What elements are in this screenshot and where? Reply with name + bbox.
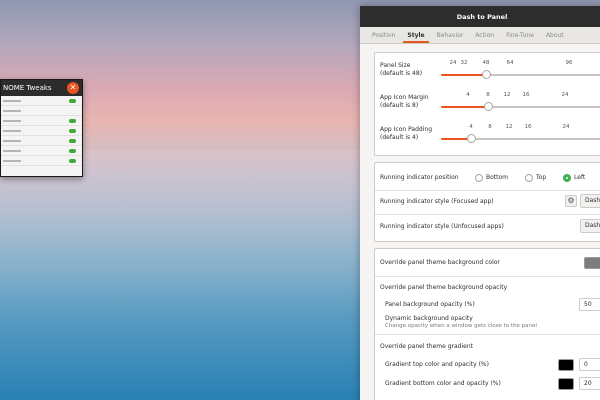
tweaks-row [1,116,82,126]
icon-padding-slider[interactable] [441,134,600,143]
bg-color-swatch[interactable] [584,257,600,269]
tab-action[interactable]: Action [469,27,500,43]
slider-fill [441,106,488,108]
tweaks-row [1,96,82,106]
panel-size-ticks: 24 32 48 64 96 [449,60,600,70]
divider [375,190,600,191]
tab-about[interactable]: About [540,27,570,43]
indicator-position-label: Running indicator position [380,174,459,181]
tab-style[interactable]: Style [401,27,430,43]
tab-position[interactable]: Position [366,27,401,43]
tick-label: 12 [503,92,511,98]
gradient-bottom-input[interactable]: 20 [579,377,600,390]
override-bg-color-label: Override panel theme background color [380,259,500,266]
gradient-top-input[interactable]: 0 [579,358,600,371]
tweaks-row [1,106,82,116]
tweaks-content [1,96,82,176]
tick-label: 8 [486,92,490,98]
gradient-top-swatch[interactable] [558,359,574,371]
tick-label: 12 [505,124,513,130]
tick-label: 24 [562,124,570,130]
dynamic-bg-opacity-desc: Change opacity when a window gets close … [385,323,537,329]
tick-label: 32 [460,60,468,66]
gear-icon[interactable]: ⚙ [565,195,577,207]
tweaks-row [1,156,82,166]
theme-override-section: Override panel theme background color Ov… [374,248,600,400]
slider-handle[interactable] [482,70,491,79]
tick-label: 96 [565,60,573,66]
tweaks-window[interactable]: NOME Tweaks ✕ [0,79,83,177]
indicator-focused-label: Running indicator style (Focused app) [380,198,494,205]
tick-label: 24 [449,60,457,66]
gradient-bottom-label: Gradient bottom color and opacity (%) [385,380,501,387]
tick-label: 4 [469,124,473,130]
tick-label: 16 [522,92,530,98]
override-gradient-label: Override panel theme gradient [380,343,473,350]
radio-top[interactable] [525,174,533,182]
gradient-top-label: Gradient top color and opacity (%) [385,361,489,368]
tweaks-row [1,126,82,136]
toggle-icon[interactable] [69,149,76,153]
override-bg-opacity-label: Override panel theme background opacity [380,284,508,291]
tick-label: 48 [482,60,490,66]
radio-top-label: Top [536,174,547,181]
toggle-icon[interactable] [69,159,76,163]
gradient-bottom-swatch[interactable] [558,378,574,390]
indicator-unfocused-label: Running indicator style (Unfocused apps) [380,223,504,230]
size-settings-section: Panel Size (default is 48) 24 32 48 64 9… [374,52,600,156]
panel-bg-opacity-label: Panel background opacity (%) [385,301,475,308]
radio-left[interactable] [563,174,571,182]
tweaks-row [1,136,82,146]
dash-to-panel-window[interactable]: Dash to Panel Position Style Behavior Ac… [360,6,600,400]
tab-bar: Position Style Behavior Action Fine-Tune… [360,27,600,44]
slider-handle[interactable] [467,134,476,143]
toggle-icon[interactable] [69,99,76,103]
panel-size-label: Panel Size (default is 48) [380,62,423,77]
tick-label: 16 [524,124,532,130]
icon-padding-ticks: 4 8 12 16 24 [451,124,600,134]
panel-bg-opacity-input[interactable]: 50 [579,298,600,311]
toggle-icon[interactable] [69,129,76,133]
dynamic-bg-opacity-label: Dynamic background opacity [385,315,473,322]
divider [375,214,600,215]
focused-style-dropdown[interactable]: Dashe [580,194,600,208]
icon-margin-label: App Icon Margin (default is 8) [380,94,429,109]
radio-bottom[interactable] [475,174,483,182]
tweaks-close-icon[interactable]: ✕ [67,82,79,94]
tweaks-titlebar[interactable]: NOME Tweaks ✕ [1,80,82,96]
slider-fill [441,74,486,76]
tick-label: 24 [561,92,569,98]
icon-margin-slider[interactable] [441,102,600,111]
tab-fine-tune[interactable]: Fine-Tune [500,27,540,43]
panel-size-slider[interactable] [441,70,600,79]
unfocused-style-dropdown[interactable]: Dashe [580,219,600,233]
slider-handle[interactable] [484,102,493,111]
toggle-icon[interactable] [69,139,76,143]
tweaks-title: NOME Tweaks [3,84,52,92]
radio-left-label: Left [574,174,586,181]
toggle-icon[interactable] [69,119,76,123]
radio-bottom-label: Bottom [486,174,509,181]
divider [375,276,600,277]
icon-padding-label: App Icon Padding (default is 4) [380,126,432,141]
window-titlebar[interactable]: Dash to Panel [360,6,600,27]
divider [375,334,600,335]
tick-label: 8 [488,124,492,130]
tick-label: 4 [466,92,470,98]
icon-margin-ticks: 4 8 12 16 24 [451,92,600,102]
tick-label: 64 [506,60,514,66]
tweaks-row [1,146,82,156]
window-title: Dash to Panel [456,12,508,21]
tab-behavior[interactable]: Behavior [431,27,470,43]
running-indicator-section: Running indicator position Bottom Top Le… [374,162,600,242]
